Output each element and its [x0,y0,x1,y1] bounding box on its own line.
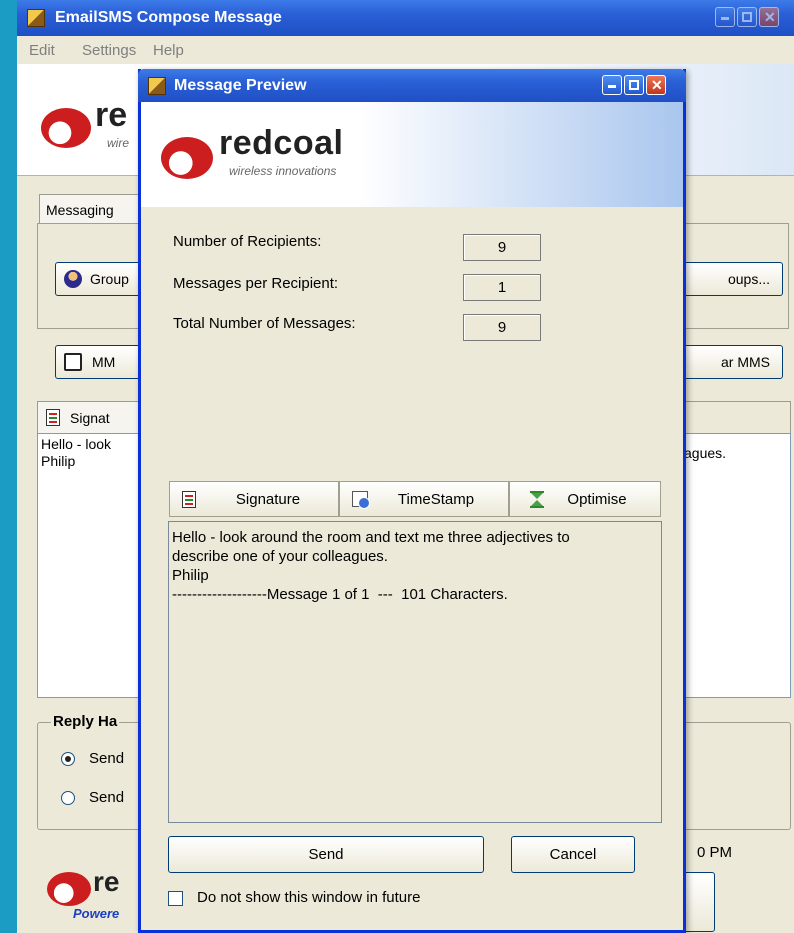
preview-minimize-button[interactable] [602,75,622,95]
tab-timestamp-label: TimeStamp [397,490,475,508]
footer-logo-icon [47,872,91,906]
maximize-icon [742,12,752,22]
menu-settings[interactable]: Settings [82,42,136,59]
tab-signature[interactable]: Signature [169,481,339,517]
menu-bar: Edit Settings Help [17,36,794,64]
clear-mms-button-label: ar MMS [721,354,770,370]
do-not-show-label[interactable]: Do not show this window in future [197,889,420,906]
compose-title: EmailSMS Compose Message [55,9,282,26]
close-icon: ✕ [764,9,776,25]
cancel-button[interactable]: Cancel [511,836,635,873]
preview-maximize-icon [629,80,639,90]
tab-messaging-label: Messaging [46,201,114,218]
timestamp-icon [352,491,370,509]
redcoal-logo-icon [41,108,91,148]
tab-timestamp[interactable]: TimeStamp [339,481,509,517]
compose-logo-word: re [95,96,128,134]
preview-redcoal-logo-icon [161,137,213,179]
send-option-1-label: Send [89,750,125,767]
messages-per-recipient-label: Messages per Recipient: [173,275,339,292]
total-messages-label: Total Number of Messages: [173,315,356,332]
minimize-icon [721,17,729,20]
tab-messaging[interactable]: Messaging [39,194,149,224]
cancel-button-label: Cancel [549,846,597,863]
bg-tab-signature-label: Signat [70,409,110,426]
preview-app-icon [148,77,166,95]
mms-icon [64,353,82,371]
groups-button-right-label: oups... [727,271,770,287]
messages-per-recipient-count: 1 [463,274,541,301]
maximize-button[interactable] [737,7,757,27]
compose-message-line2: Philip [41,453,76,469]
recipients-count: 9 [463,234,541,261]
tab-optimise[interactable]: Optimise [509,481,661,517]
menu-help[interactable]: Help [153,42,184,59]
message-preview-dialog: Message Preview ✕ redcoal wireless innov… [138,69,686,933]
preview-minimize-icon [608,85,616,88]
preview-close-icon: ✕ [651,77,663,93]
preview-logo-tagline: wireless innovations [229,164,337,178]
send-option-2-label: Send [89,789,125,806]
close-button[interactable]: ✕ [759,7,779,27]
preview-title-bar[interactable]: Message Preview ✕ [138,69,686,102]
do-not-show-checkbox[interactable] [168,891,183,906]
preview-message-text: Hello - look around the room and text me… [168,521,662,823]
scheduled-time-fragment: 0 PM [697,844,733,861]
send-button[interactable]: Send [168,836,484,873]
minimize-button[interactable] [715,7,735,27]
group-icon [64,270,82,288]
groups-button-label: Group [90,271,129,287]
compose-message-line1: Hello - look [41,436,112,452]
send-option-1-radio[interactable] [61,752,75,766]
compose-logo-sub: wire [107,136,130,150]
preview-logo-word: redcoal [219,124,344,162]
preview-maximize-button[interactable] [624,75,644,95]
app-icon [27,9,45,27]
document-icon [182,491,196,508]
compose-title-bar[interactable]: EmailSMS Compose Message ✕ [17,0,794,36]
document-icon [46,409,60,426]
preview-logo-banner: redcoal wireless innovations [141,102,683,207]
send-option-2-radio[interactable] [61,791,75,805]
total-messages-count: 9 [463,314,541,341]
recipients-label: Number of Recipients: [173,233,322,250]
footer-logo-word: re [93,866,120,897]
menu-edit[interactable]: Edit [29,42,55,59]
footer-powered-by: Powere [73,906,120,921]
preview-title: Message Preview [174,77,307,94]
reply-handling-label: Reply Ha [51,713,120,730]
send-button-label: Send [308,846,344,863]
tab-optimise-label: Optimise [567,490,627,508]
preview-close-button[interactable]: ✕ [646,75,666,95]
tab-signature-label: Signature [235,490,301,508]
mms-button-label: MM [92,354,116,370]
hourglass-icon [530,491,544,508]
